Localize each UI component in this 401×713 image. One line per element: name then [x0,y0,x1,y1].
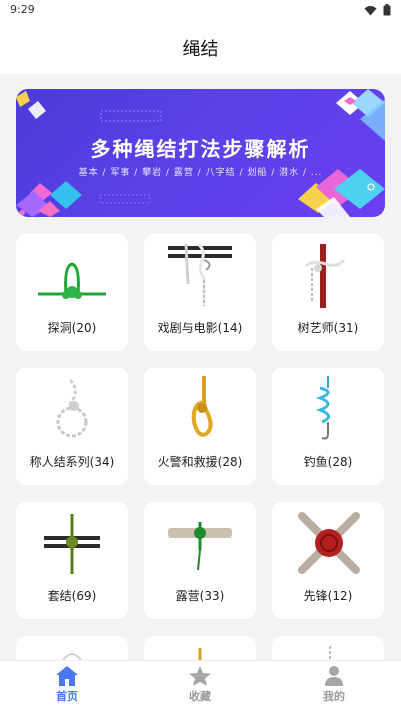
star-icon [189,666,211,686]
category-card-fire-rescue[interactable]: 火警和救援(28) [144,368,256,485]
category-label: 先锋(12) [303,589,353,603]
category-label: 露营(33) [175,589,225,603]
white-rope-on-bar-icon [168,242,232,306]
category-label: 探洞(20) [47,321,97,335]
page-title: 绳结 [182,39,219,60]
nav-favorites[interactable]: 收藏 [160,665,240,704]
category-label: 套结(69) [47,589,97,603]
category-card-camping[interactable]: 露营(33) [144,502,256,619]
banner-title: 多种绳结打法步骤解析 [90,137,311,161]
category-label: 称人结系列(34) [29,455,115,469]
category-card-arborist[interactable]: 树艺师(31) [272,234,384,351]
status-bar: 9:29 [0,0,401,20]
status-icons [364,4,391,16]
battery-icon [383,4,391,16]
category-card-pioneering[interactable]: 先锋(12) [272,502,384,619]
user-icon [325,666,343,686]
yellow-loop-knot-icon [191,376,213,437]
wifi-icon [364,5,377,15]
status-time: 9:29 [10,3,35,16]
category-label: 树艺师(31) [297,321,359,335]
category-label: 火警和救援(28) [157,455,243,469]
page-header: 绳结 [0,20,401,74]
green-loop-knot-icon [38,262,106,299]
category-card-bowline[interactable]: 称人结系列(34) [16,368,128,485]
blue-fishing-knot-icon [315,376,330,440]
category-card-theater[interactable]: 戏剧与电影(14) [144,234,256,351]
bottom-nav: 首页 收藏 我的 [0,660,401,713]
promo-banner[interactable]: 多种绳结打法步骤解析 基本 / 军事 / 攀岩 / 露营 / 八字结 / 划船 … [16,89,385,217]
nav-profile-label: 我的 [323,690,345,703]
nav-profile[interactable]: 我的 [294,665,374,704]
green-pole-hitch-icon [168,522,232,571]
category-card-caving[interactable]: 探洞(20) [16,234,128,351]
red-lashing-icon [298,512,360,574]
category-card-hitch[interactable]: 套结(69) [16,502,128,619]
category-label: 钓鱼(28) [303,455,353,469]
category-label: 戏剧与电影(14) [157,321,243,335]
category-card-fishing[interactable]: 钓鱼(28) [272,368,384,485]
nav-home-label: 首页 [56,690,78,703]
home-icon [56,666,78,686]
green-bar-hitch-icon [44,514,100,574]
nav-favorites-label: 收藏 [189,690,211,703]
white-bowline-icon [56,378,88,438]
red-pole-knot-icon [304,244,346,308]
banner-subtitle: 基本 / 军事 / 攀岩 / 露营 / 八字结 / 划船 / 潜水 / ... [78,168,323,178]
nav-home[interactable]: 首页 [27,665,107,704]
